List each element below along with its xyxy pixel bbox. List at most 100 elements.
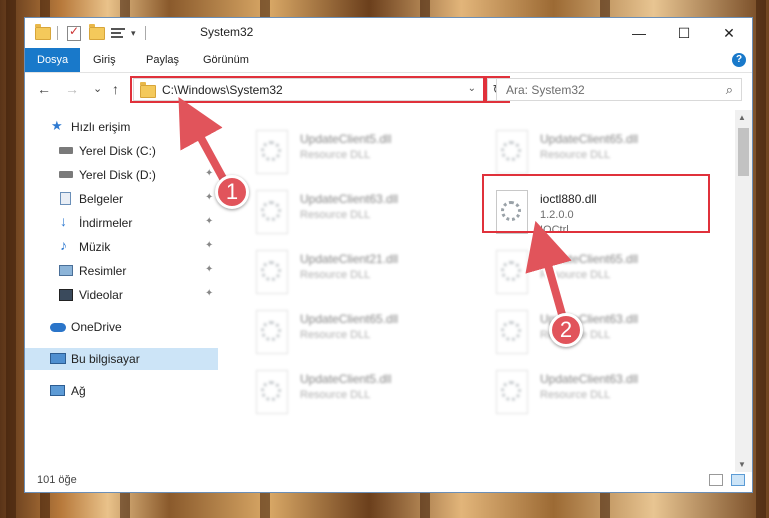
network-icon xyxy=(50,385,65,396)
scrollbar-thumb[interactable] xyxy=(738,128,749,176)
window-title: System32 xyxy=(200,25,254,39)
gear-icon xyxy=(501,321,521,341)
tiles-view-icon[interactable] xyxy=(731,474,745,486)
tab-home[interactable]: Giriş xyxy=(81,48,128,72)
file-item[interactable]: UpdateClient5.dll Resource DLL xyxy=(248,124,478,180)
tab-file[interactable]: Dosya xyxy=(25,48,81,72)
file-name: UpdateClient63.dll xyxy=(540,372,639,386)
scroll-down-icon[interactable]: ▼ xyxy=(738,460,746,469)
folder-icon xyxy=(35,23,51,42)
pin-icon[interactable]: ✦ xyxy=(205,288,213,299)
tab-share[interactable]: Paylaş xyxy=(134,48,191,72)
dll-file-icon xyxy=(256,190,288,234)
item-count: 101 öğe xyxy=(37,474,77,486)
file-description: Resource DLL xyxy=(540,149,611,161)
file-list: UpdateClient5.dll Resource DLL UpdateClien… xyxy=(218,110,736,460)
file-item[interactable]: UpdateClient21.dll Resource DLL xyxy=(248,244,478,300)
sidebar-item-music[interactable]: ♪ Müzik ✦ xyxy=(25,236,218,258)
back-button[interactable]: ← xyxy=(37,81,51,97)
dll-file-icon xyxy=(256,130,288,174)
customize-toolbar-icon[interactable] xyxy=(111,24,125,42)
file-description: Resource DLL xyxy=(300,329,371,341)
file-name: UpdateClient65.dll xyxy=(300,312,399,326)
properties-check-icon[interactable] xyxy=(67,24,81,42)
music-icon: ♪ xyxy=(60,237,67,253)
pin-icon[interactable]: ✦ xyxy=(205,192,213,203)
gear-icon xyxy=(261,381,281,401)
pin-icon[interactable]: ✦ xyxy=(205,264,213,275)
step-badge-2: 2 xyxy=(549,313,583,347)
file-item[interactable]: UpdateClient65.dll Resource DLL xyxy=(488,244,718,300)
file-item[interactable]: UpdateClient63.dllResource DLL xyxy=(248,184,478,240)
sidebar-item-this-pc[interactable]: Bu bilgisayar xyxy=(25,348,218,370)
search-icon: ⌕ xyxy=(725,82,733,97)
dll-file-icon xyxy=(496,310,528,354)
close-button[interactable]: ✕ xyxy=(706,18,752,48)
dll-file-icon xyxy=(496,130,528,174)
help-icon[interactable]: ? xyxy=(732,53,746,67)
separator xyxy=(145,24,146,42)
status-bar: 101 öğe xyxy=(25,470,752,492)
ribbon-tabs: Dosya Giriş Paylaş Görünüm ? xyxy=(25,48,752,73)
navigation-pane: ★ Hızlı erişim Yerel Disk (C:) Yerel Dis… xyxy=(25,110,218,460)
sidebar-item-network[interactable]: Ağ xyxy=(25,380,218,402)
sidebar-item-onedrive[interactable]: OneDrive xyxy=(25,316,218,338)
file-name: UpdateClient21.dll xyxy=(300,252,399,266)
toolbar-dropdown-icon[interactable]: ▾ xyxy=(131,24,136,42)
file-description: Resource DLL xyxy=(300,149,371,161)
drive-icon xyxy=(59,171,73,178)
dll-file-icon xyxy=(496,370,528,414)
pin-icon[interactable]: ✦ xyxy=(205,216,213,227)
sidebar-item-local-disk-d[interactable]: Yerel Disk (D:) ✦ xyxy=(25,164,218,186)
file-description: Resource DLL xyxy=(540,269,611,281)
tab-view[interactable]: Görünüm xyxy=(191,48,261,72)
documents-icon xyxy=(60,192,71,205)
computer-icon xyxy=(50,353,66,364)
sidebar-item-pictures[interactable]: Resimler ✦ xyxy=(25,260,218,282)
gear-icon xyxy=(261,261,281,281)
gear-icon xyxy=(261,141,281,161)
star-icon: ★ xyxy=(51,118,63,133)
new-folder-icon[interactable] xyxy=(89,23,105,42)
vertical-scrollbar[interactable]: ▲ ▼ xyxy=(735,110,752,472)
file-name: UpdateClient65.dll xyxy=(540,252,639,266)
file-item[interactable]: UpdateClient5.dll Resource DLL xyxy=(248,364,478,420)
navigation-bar: ← → ⌄ ↑ C:\Windows\System32 ⌄ ↻ Ara: Sys… xyxy=(25,73,752,107)
scroll-up-icon[interactable]: ▲ xyxy=(738,113,746,122)
pin-icon[interactable]: ✦ xyxy=(205,168,213,179)
step-badge-1: 1 xyxy=(215,175,249,209)
pictures-icon xyxy=(59,265,73,276)
sidebar-item-documents[interactable]: Belgeler ✦ xyxy=(25,188,218,210)
file-highlight-box xyxy=(482,174,710,233)
forward-button[interactable]: → xyxy=(65,81,79,97)
separator xyxy=(57,24,58,42)
dll-file-icon xyxy=(256,250,288,294)
dll-file-icon xyxy=(256,370,288,414)
download-icon: ↓ xyxy=(60,213,67,229)
file-description: Resource DLL xyxy=(540,389,611,401)
file-item[interactable]: UpdateClient65.dll Resource DLL xyxy=(248,304,478,360)
file-description: Resource DLL xyxy=(300,389,371,401)
sidebar-item-downloads[interactable]: ↓ İndirmeler ✦ xyxy=(25,212,218,234)
pin-icon[interactable]: ✦ xyxy=(205,240,213,251)
up-button[interactable]: ↑ xyxy=(112,81,119,97)
file-item[interactable]: UpdateClient63.dllResource DLL xyxy=(488,304,718,360)
sidebar-item-quick-access[interactable]: ★ Hızlı erişim xyxy=(25,116,218,138)
maximize-button[interactable]: ☐ xyxy=(661,18,707,48)
minimize-button[interactable]: — xyxy=(616,18,662,48)
details-view-icon[interactable] xyxy=(709,474,723,486)
video-icon xyxy=(59,289,73,301)
recent-locations-button[interactable]: ⌄ xyxy=(93,82,102,95)
search-placeholder: Ara: System32 xyxy=(506,83,585,97)
file-name: UpdateClient65.dll xyxy=(540,132,639,146)
file-item[interactable]: UpdateClient63.dll Resource DLL xyxy=(488,364,718,420)
title-bar: ▾ System32 — ☐ ✕ xyxy=(25,18,752,48)
drive-icon xyxy=(59,147,73,154)
file-item[interactable]: UpdateClient65.dll Resource DLL xyxy=(488,124,718,180)
file-name: UpdateClient63.dll xyxy=(300,192,399,206)
search-input[interactable]: Ara: System32 ⌕ xyxy=(496,78,742,101)
file-name: UpdateClient5.dll xyxy=(300,132,392,146)
sidebar-item-videos[interactable]: Videolar ✦ xyxy=(25,284,218,306)
explorer-window: ▾ System32 — ☐ ✕ Dosya Giriş Paylaş Görü… xyxy=(24,17,753,493)
sidebar-item-local-disk-c[interactable]: Yerel Disk (C:) xyxy=(25,140,218,162)
